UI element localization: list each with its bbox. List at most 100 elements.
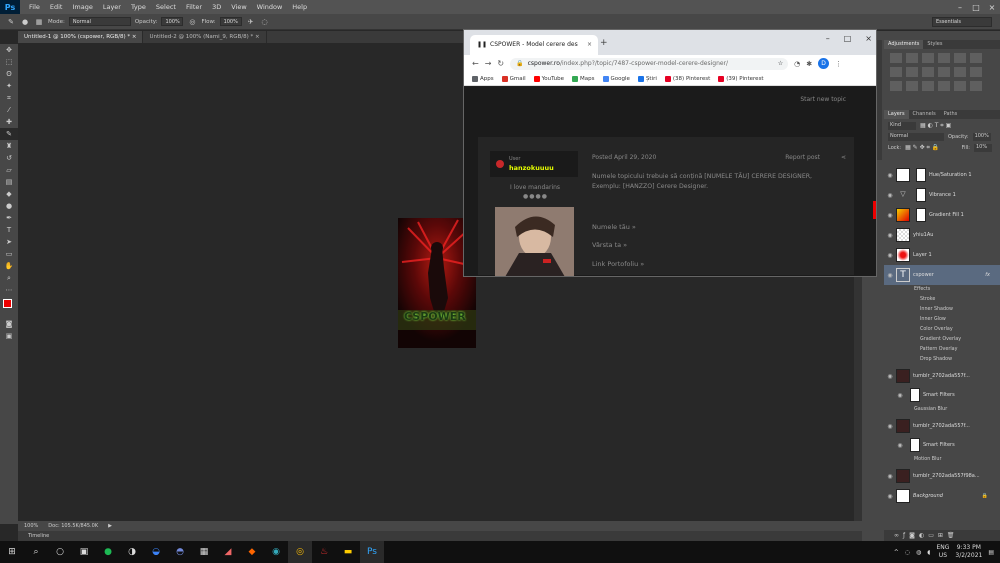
app-icon[interactable]: ▦ — [192, 541, 216, 563]
pen-tool-icon[interactable]: ✒ — [0, 212, 18, 224]
crop-tool-icon[interactable]: ⌗ — [0, 92, 18, 104]
visibility-eye-icon[interactable]: ◉ — [884, 423, 896, 430]
airbrush-icon[interactable]: ✈ — [246, 17, 256, 27]
menu-edit[interactable]: Edit — [45, 3, 68, 11]
brush-panel-icon[interactable]: ▦ — [34, 17, 44, 27]
discord-icon[interactable]: ◓ — [168, 541, 192, 563]
forward-icon[interactable]: → — [485, 59, 492, 68]
smart-filter-row[interactable]: ◉ Smart Filters — [884, 386, 1000, 404]
report-post-link[interactable]: Report post — [785, 154, 820, 161]
bookmark-item[interactable]: Apps — [472, 75, 494, 82]
marquee-tool-icon[interactable]: ⬚ — [0, 56, 18, 68]
blur-tool-icon[interactable]: ◆ — [0, 188, 18, 200]
adjustment-icon[interactable]: ◐ — [919, 532, 924, 539]
layer-row[interactable]: ◉ tumblr_2702ada557f... — [884, 416, 1000, 436]
eyedropper-tool-icon[interactable]: ⁄ — [0, 104, 18, 116]
visibility-eye-icon[interactable]: ◉ — [884, 272, 896, 279]
visibility-eye-icon[interactable]: ◉ — [884, 192, 896, 199]
zoom-level[interactable]: 100% — [24, 523, 38, 529]
windows-start-icon[interactable]: ⊞ — [0, 541, 24, 563]
stamp-tool-icon[interactable]: ♜ — [0, 140, 18, 152]
close-icon[interactable]: × — [984, 3, 1000, 12]
layer-row[interactable]: ◉ ▽ Vibrance 1 — [884, 185, 1000, 205]
effect-item[interactable]: Gradient Overlay — [920, 337, 961, 342]
minimize-icon[interactable]: – — [952, 3, 968, 12]
address-bar[interactable]: 🔒 cspower.ro/index.php?/topic/7487-cspow… — [510, 57, 789, 70]
menu-view[interactable]: View — [226, 3, 251, 11]
trash-icon[interactable]: 🗑 — [947, 532, 955, 539]
menu-window[interactable]: Window — [252, 3, 288, 11]
menu-filter[interactable]: Filter — [181, 3, 207, 11]
hand-tool-icon[interactable]: ✋ — [0, 260, 18, 272]
visibility-eye-icon[interactable]: ◉ — [884, 473, 896, 480]
eraser-tool-icon[interactable]: ▱ — [0, 164, 18, 176]
link-icon[interactable]: ∞ — [894, 532, 899, 539]
visibility-eye-icon[interactable]: ◉ — [884, 172, 896, 179]
language-indicator[interactable]: ENG US — [936, 544, 949, 560]
scroll-indicator[interactable] — [873, 201, 876, 219]
visibility-eye-icon[interactable]: ◉ — [894, 442, 906, 449]
foreground-color[interactable] — [3, 299, 12, 308]
menu-kebab-icon[interactable]: ⋮ — [835, 60, 842, 68]
bookmark-item[interactable]: Maps — [572, 75, 595, 82]
visibility-eye-icon[interactable]: ◉ — [884, 232, 896, 239]
app-icon[interactable]: ◑ — [120, 541, 144, 563]
new-layer-icon[interactable]: ⊞ — [938, 532, 943, 539]
browser-tab[interactable]: ❚❚ CSPOWER - Model cerere des × — [470, 35, 598, 55]
color-swatches[interactable] — [0, 296, 18, 318]
fx-badge[interactable]: fx — [985, 272, 990, 278]
edge-icon[interactable]: ◉ — [264, 541, 288, 563]
history-brush-tool-icon[interactable]: ↺ — [0, 152, 18, 164]
user-avatar-image[interactable] — [495, 207, 574, 276]
tab-layers[interactable]: Layers — [884, 110, 909, 119]
menu-help[interactable]: Help — [287, 3, 312, 11]
more-tools-icon[interactable]: ⋯ — [0, 284, 18, 296]
layer-opacity-input[interactable]: 100% — [972, 133, 991, 141]
tab-adjustments[interactable]: Adjustments — [884, 40, 924, 49]
quick-mask-icon[interactable]: ◙ — [0, 318, 18, 330]
menu-file[interactable]: File — [24, 3, 45, 11]
effect-item[interactable]: Pattern Overlay — [920, 347, 957, 352]
spotify-icon[interactable]: ● — [96, 541, 120, 563]
close-icon[interactable]: × — [865, 34, 872, 43]
app-icon[interactable]: ♨ — [312, 541, 336, 563]
move-tool-icon[interactable]: ✥ — [0, 44, 18, 56]
start-new-topic-link[interactable]: Start new topic — [800, 96, 846, 103]
reload-icon[interactable]: ↻ — [497, 59, 504, 68]
type-tool-icon[interactable]: T — [0, 224, 18, 236]
tab-styles[interactable]: Styles — [923, 40, 946, 49]
mode-select[interactable]: Normal — [68, 17, 131, 26]
effect-item[interactable]: Inner Shadow — [920, 307, 953, 312]
tray-chevron-icon[interactable]: ^ — [894, 549, 899, 556]
bookmark-item[interactable]: Gmail — [501, 75, 526, 82]
zoom-tool-icon[interactable]: ⌕ — [0, 272, 18, 284]
visibility-eye-icon[interactable]: ◉ — [884, 252, 896, 259]
effect-item[interactable]: Color Overlay — [920, 327, 953, 332]
flow-input[interactable]: 100% — [219, 17, 242, 26]
bookmark-item[interactable]: (39) Pinterest — [718, 75, 764, 82]
lock-icons[interactable]: ▦ ✎ ✥ ⌗ 🔒 — [905, 144, 939, 152]
post-date[interactable]: Posted April 29, 2020 — [592, 154, 656, 161]
username[interactable]: hanzokuuuu — [509, 164, 554, 172]
tab-untitled-2[interactable]: Untitled-2 @ 100% (Nami_9, RGB/8) * × — [143, 31, 267, 43]
timeline-panel[interactable]: Timeline — [18, 531, 862, 541]
layer-fill-input[interactable]: 10% — [974, 144, 992, 152]
chrome-icon[interactable]: ◎ — [288, 541, 312, 563]
layer-row[interactable]: ◉ tumblr_2702ada557f... — [884, 366, 1000, 386]
app-icon[interactable]: ◢ — [216, 541, 240, 563]
maximize-icon[interactable]: □ — [844, 34, 852, 43]
menu-layer[interactable]: Layer — [98, 3, 126, 11]
extension-icon[interactable]: ◔ — [794, 60, 800, 68]
volume-icon[interactable]: ◖ — [927, 549, 930, 556]
filter-icons[interactable]: ▦ ◐ T ⌗ ▣ — [920, 122, 951, 130]
lasso-tool-icon[interactable]: ʘ — [0, 68, 18, 80]
dodge-tool-icon[interactable]: ● — [0, 200, 18, 212]
smoothing-icon[interactable]: ◌ — [260, 17, 270, 27]
workspace-select[interactable]: Essentials — [932, 17, 992, 27]
profile-avatar[interactable]: D — [818, 58, 830, 69]
styles-grid[interactable] — [884, 49, 1000, 95]
tab-channels[interactable]: Channels — [909, 110, 940, 119]
tab-close-icon[interactable]: × — [587, 41, 592, 48]
screen-mode-icon[interactable]: ▣ — [0, 330, 18, 342]
puzzle-icon[interactable]: ✱ — [806, 60, 812, 68]
